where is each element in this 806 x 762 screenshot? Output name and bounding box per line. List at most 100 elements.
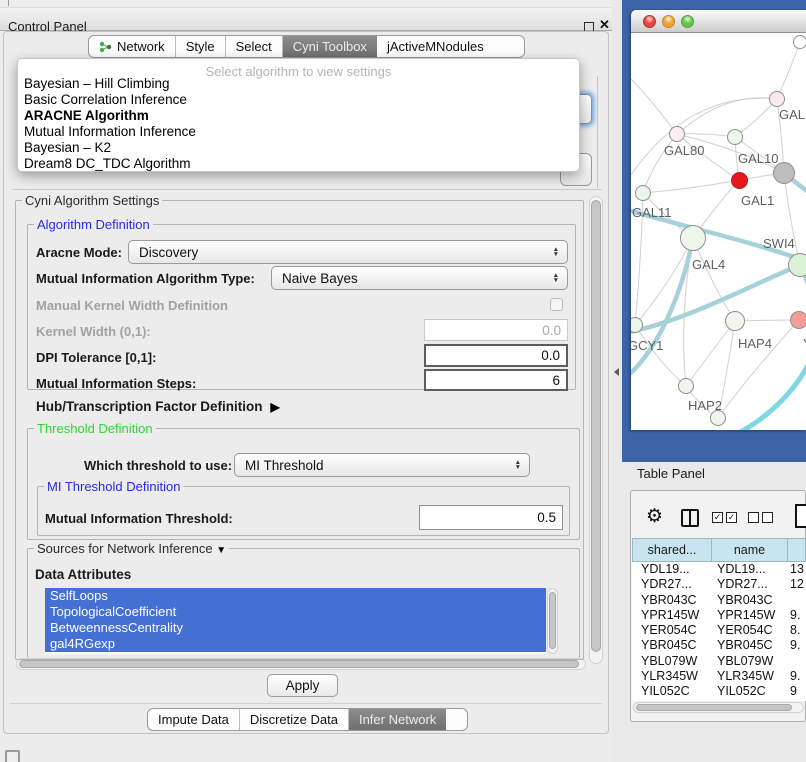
network-node[interactable] (793, 35, 806, 49)
scrollbar-thumb[interactable] (636, 704, 792, 711)
table-cell: YBR043C (632, 593, 711, 608)
table-horizontal-scrollbar[interactable] (633, 702, 804, 713)
scrollbar-thumb[interactable] (591, 200, 601, 652)
top-tick (8, 0, 9, 6)
dpi-tolerance-field[interactable]: 0.0 (424, 344, 568, 367)
select-all-checkbox-icon[interactable]: ✓ (726, 512, 737, 523)
dropdown-item[interactable]: Basic Correlation Inference (18, 92, 579, 108)
network-node-gal1[interactable] (731, 172, 748, 189)
table-header-row: shared... name (632, 538, 806, 562)
aracne-mode-combobox[interactable]: Discovery ▲▼ (128, 240, 568, 264)
attributes-vertical-scrollbar[interactable] (547, 588, 558, 654)
scrollbar-thumb[interactable] (549, 592, 556, 649)
tab-network[interactable]: Network (89, 36, 176, 57)
network-node-gal4[interactable] (680, 225, 706, 251)
control-panel-tabs: Network Style Select Cyni Toolbox jActiv… (88, 35, 525, 58)
show-columns-icon[interactable] (681, 509, 699, 527)
dropdown-item[interactable]: Mutual Information Inference (18, 124, 579, 140)
network-node-gal80[interactable] (669, 126, 685, 142)
zoom-window-icon[interactable] (681, 15, 694, 28)
network-node-label: GAL80 (664, 143, 704, 158)
network-node[interactable] (710, 410, 726, 426)
group-title: Algorithm Definition (34, 217, 153, 232)
apply-button[interactable]: Apply (267, 674, 338, 697)
table-settings-gear-icon[interactable]: ⚙ (646, 505, 663, 528)
corner-panel-toggle[interactable] (5, 750, 20, 762)
network-window-titlebar[interactable] (631, 10, 806, 33)
deselect-all-checkbox-icon[interactable] (748, 512, 759, 523)
tab-infer-network[interactable]: Infer Network (349, 709, 446, 730)
table-row[interactable]: YBL079WYBL079W (632, 654, 806, 669)
top-strip (0, 0, 622, 8)
export-table-icon[interactable] (795, 504, 806, 528)
table-cell (787, 654, 806, 669)
select-all-checkbox-icon[interactable]: ✓ (712, 512, 723, 523)
network-node-gcy1[interactable] (631, 317, 643, 333)
tab-select[interactable]: Select (226, 36, 283, 57)
table-row[interactable]: YBR045CYBR045C9. (632, 638, 806, 653)
deselect-all-checkbox-icon[interactable] (762, 512, 773, 523)
dropdown-item[interactable]: Dream8 DC_TDC Algorithm (18, 156, 579, 172)
tab-impute-data[interactable]: Impute Data (148, 709, 240, 730)
attribute-list-item[interactable]: SelfLoops (45, 588, 546, 604)
network-canvas[interactable]: GALGAL80GAL10GAL1GAL11SWI4GAL4GCY1HAP4YH… (631, 33, 806, 430)
network-node-gal10[interactable] (727, 129, 743, 145)
dropdown-item-selected[interactable]: ARACNE Algorithm (18, 108, 579, 124)
minimize-window-icon[interactable] (662, 15, 675, 28)
network-node-hap2[interactable] (678, 378, 694, 394)
network-node-hap4[interactable] (725, 311, 745, 331)
network-node-gal11[interactable] (635, 185, 651, 201)
tab-cyni-toolbox[interactable]: Cyni Toolbox (283, 36, 377, 57)
attribute-list-item[interactable]: gal4RGexp (45, 636, 546, 652)
combobox-value: Naive Bayes (282, 271, 358, 286)
network-icon (99, 41, 112, 53)
attribute-list-item[interactable]: TopologicalCoefficient (45, 604, 546, 620)
table-cell: YDL19... (711, 562, 787, 577)
column-header-shared-name[interactable]: shared... (632, 538, 711, 562)
mi-algorithm-type-label: Mutual Information Algorithm Type: (36, 271, 255, 286)
data-attributes-label: Data Attributes (35, 567, 131, 582)
network-node-swi4[interactable] (788, 253, 806, 277)
mi-steps-field[interactable]: 6 (424, 369, 568, 391)
table-cell: YLR345W (711, 669, 787, 684)
algorithm-dropdown-popup: Select algorithm to view settings Bayesi… (17, 58, 580, 172)
table-row[interactable]: YDR27...YDR27...12 (632, 577, 806, 592)
table-row[interactable]: YBR043CYBR043C (632, 593, 806, 608)
manual-kernel-width-checkbox[interactable] (550, 298, 563, 311)
table-cell: 12 (787, 577, 806, 592)
tab-style[interactable]: Style (176, 36, 226, 57)
network-node-label: GAL11 (632, 205, 672, 220)
mi-threshold-field[interactable]: 0.5 (419, 505, 563, 530)
tab-jactivemnodules[interactable]: jActiveMNodules (377, 36, 494, 57)
network-node[interactable] (773, 162, 795, 184)
table-row[interactable]: YLR345WYLR345W9. (632, 669, 806, 684)
sources-group-title[interactable]: Sources for Network Inference ▼ (34, 541, 229, 556)
network-node-y[interactable] (790, 311, 806, 329)
close-window-icon[interactable] (643, 15, 656, 28)
tab-infer-network-label: Infer Network (359, 712, 436, 727)
settings-vertical-scrollbar[interactable] (589, 196, 603, 664)
divider-collapse-grip[interactable] (614, 368, 619, 376)
tab-discretize-data[interactable]: Discretize Data (240, 709, 349, 730)
table-row[interactable]: YIL052CYIL052C9 (632, 684, 806, 699)
table-row[interactable]: YER054CYER054C8. (632, 623, 806, 638)
column-header-name[interactable]: name (711, 538, 787, 562)
aracne-mode-label: Aracne Mode: (36, 245, 122, 260)
kernel-width-field[interactable]: 0.0 (424, 319, 568, 341)
panel-divider[interactable] (612, 0, 622, 762)
stepper-arrows-icon: ▲▼ (553, 273, 559, 283)
stepper-arrows-icon: ▲▼ (553, 247, 559, 257)
table-row[interactable]: YPR145WYPR145W9. (632, 608, 806, 623)
column-header-clipped[interactable] (787, 538, 806, 562)
group-border-fragment (597, 76, 598, 188)
network-nodes-layer: GALGAL80GAL10GAL1GAL11SWI4GAL4GCY1HAP4YH… (631, 33, 806, 430)
hub-transcription-factor-expander[interactable]: Hub/Transcription Factor Definition▶ (36, 399, 280, 414)
scrollbar-thumb[interactable] (19, 660, 579, 668)
mi-algorithm-type-combobox[interactable]: Naive Bayes ▲▼ (271, 266, 568, 290)
table-row[interactable]: YDL19...YDL19...13 (632, 562, 806, 577)
dropdown-item[interactable]: Bayesian – K2 (18, 140, 579, 156)
table-cell: YBR045C (711, 638, 787, 653)
which-threshold-combobox[interactable]: MI Threshold ▲▼ (234, 453, 530, 477)
attribute-list-item[interactable]: BetweennessCentrality (45, 620, 546, 636)
network-node-gal[interactable] (769, 91, 785, 107)
